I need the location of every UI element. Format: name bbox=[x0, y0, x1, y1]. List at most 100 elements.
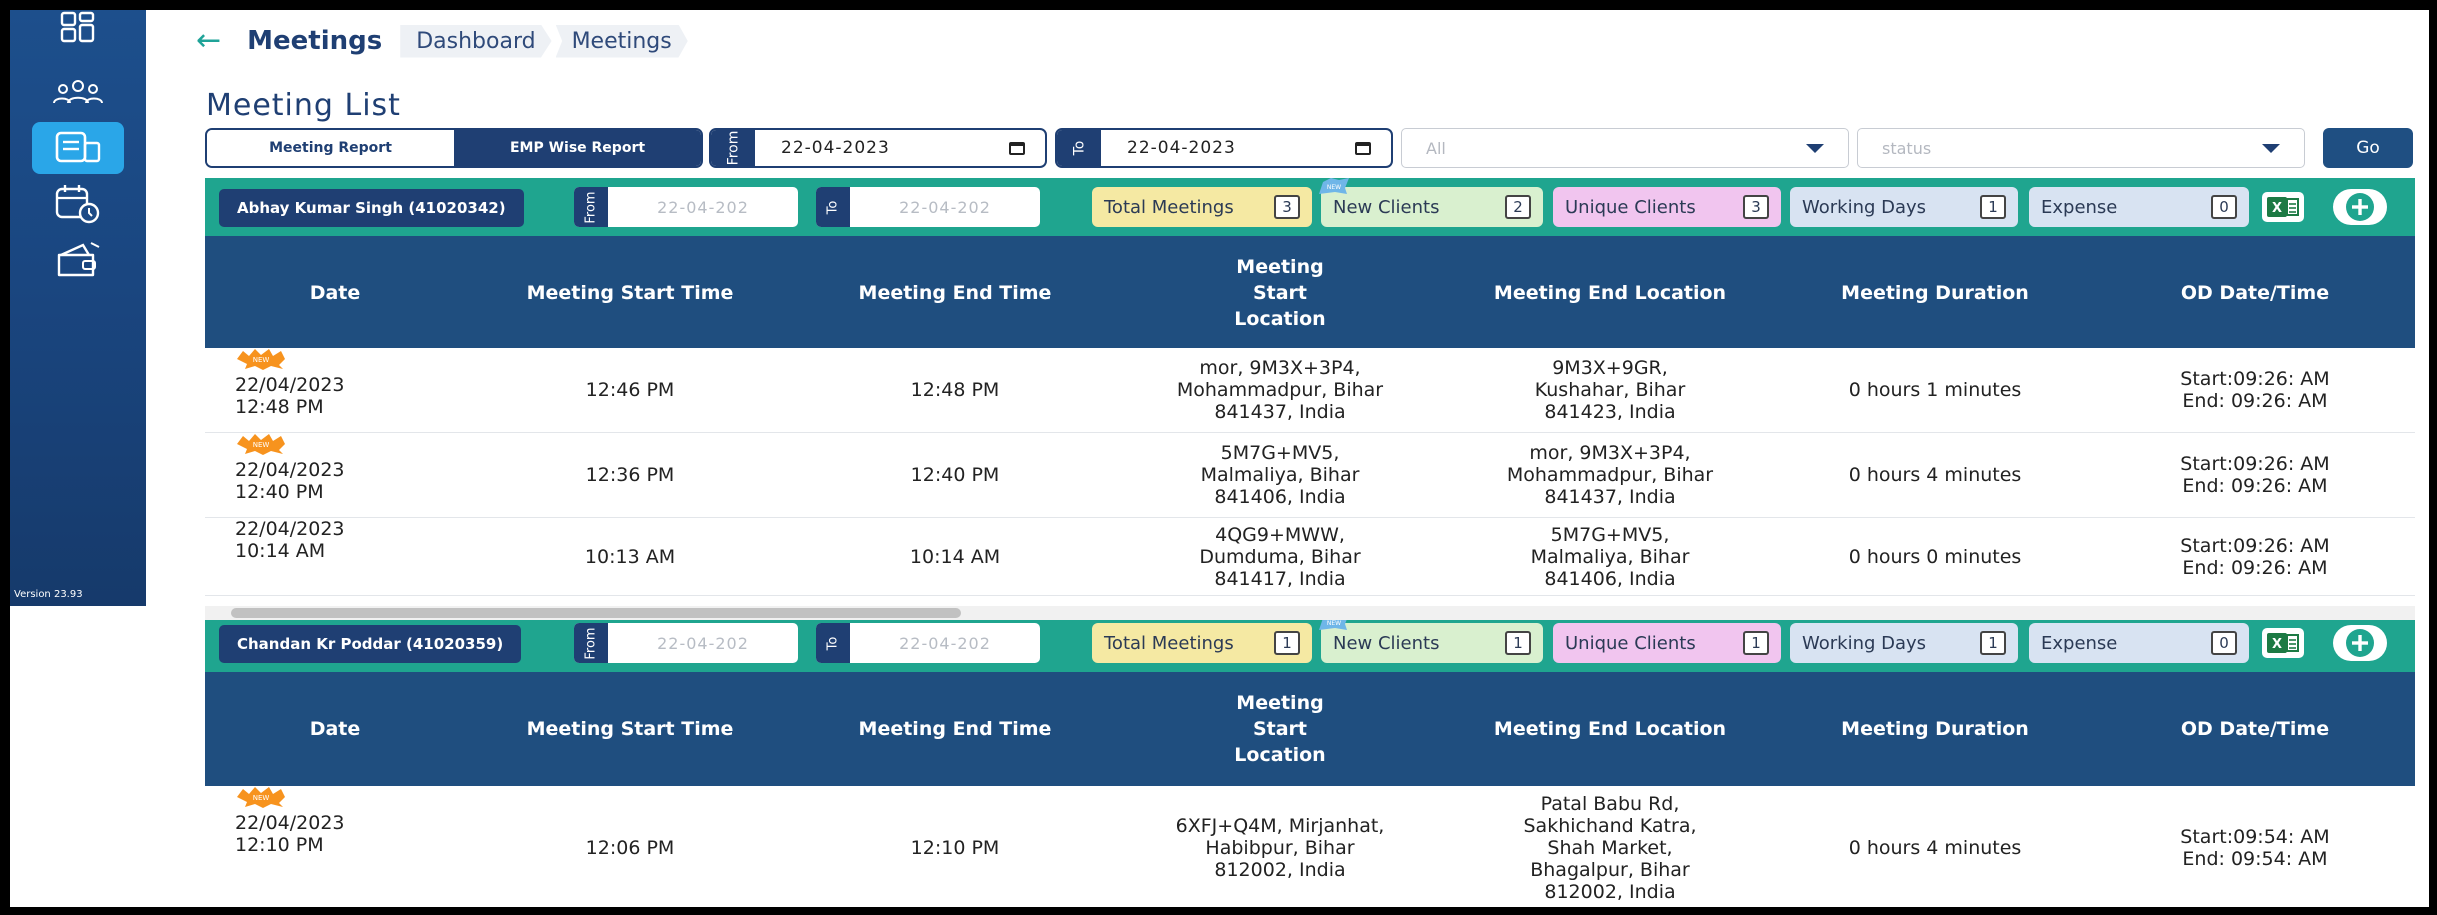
column-header[interactable]: Meeting Start Location bbox=[1115, 672, 1445, 786]
status-select-value: status bbox=[1882, 138, 1932, 158]
end-location-line: Bhagalpur, Bihar bbox=[1530, 859, 1690, 881]
start-location-line: Malmaliya, Bihar bbox=[1200, 464, 1360, 486]
table-header: Date Meeting Start Time Meeting End Time Me… bbox=[205, 236, 2415, 350]
duration-cell: 0 hours 4 minutes bbox=[1848, 464, 2022, 486]
table-row[interactable]: NEW 22/04/2023 12:48 PM 12:46 PM 12:48 PM … bbox=[205, 348, 2415, 433]
od-start: Start:09:26: AM bbox=[2180, 453, 2330, 475]
end-location-line: Malmaliya, Bihar bbox=[1530, 545, 1690, 568]
start-location-line: 841437, India bbox=[1214, 401, 1346, 423]
stat-count: 1 bbox=[1980, 631, 2006, 655]
stat-count: 2 bbox=[1505, 195, 1531, 219]
stat-label: New Clients bbox=[1333, 632, 1440, 654]
working-days-stat: Working Days 1 bbox=[1790, 623, 2018, 663]
table-row[interactable]: 22/04/2023 10:14 AM 10:13 AM 10:14 AM 4QG… bbox=[205, 518, 2415, 596]
column-header[interactable]: Meeting Start Time bbox=[465, 236, 795, 350]
new-clients-stat: New Clients 1 bbox=[1321, 623, 1543, 663]
group-from-date-field[interactable]: From 22-04-202 bbox=[574, 623, 798, 663]
column-header[interactable]: OD Date/Time bbox=[2095, 672, 2415, 786]
tab-meeting-report[interactable]: Meeting Report bbox=[207, 130, 454, 166]
stat-label: New Clients bbox=[1333, 196, 1440, 218]
from-label: From bbox=[583, 190, 599, 224]
stat-label: Total Meetings bbox=[1104, 632, 1234, 654]
end-location-line: Patal Babu Rd, bbox=[1540, 793, 1680, 815]
calendar-clock-icon[interactable] bbox=[32, 178, 124, 230]
working-days-stat: Working Days 1 bbox=[1790, 187, 2018, 227]
start-time-cell: 10:13 AM bbox=[584, 545, 676, 568]
end-location-cell: Patal Babu Rd, Sakhichand Katra, Shah Mark… bbox=[1445, 786, 1775, 907]
column-header[interactable]: Meeting Start Location bbox=[1115, 236, 1445, 350]
app-window: Version 23.93 ← Meetings Dashboard Meeti… bbox=[10, 10, 2429, 907]
calendar-icon[interactable] bbox=[1355, 141, 1371, 155]
group-from-date-placeholder: 22-04-202 bbox=[657, 197, 749, 217]
od-datetime-cell: Start:09:26: AM End: 09:26: AM bbox=[2095, 518, 2415, 595]
stat-label: Working Days bbox=[1802, 196, 1927, 218]
stat-count: 3 bbox=[1274, 195, 1300, 219]
od-start: Start:09:26: AM bbox=[2180, 534, 2330, 557]
unique-clients-stat: Unique Clients 1 bbox=[1553, 623, 1781, 663]
employee-name-badge[interactable]: Chandan Kr Poddar (41020359) bbox=[219, 625, 522, 663]
od-datetime-cell: Start:09:54: AM End: 09:54: AM bbox=[2095, 786, 2415, 907]
employee-select[interactable]: All bbox=[1401, 128, 1849, 168]
start-location-cell: 5M7G+MV5, Malmaliya, Bihar 841406, India bbox=[1115, 433, 1445, 517]
column-header[interactable]: Meeting End Location bbox=[1445, 236, 1775, 350]
start-location-line: 841417, India bbox=[1214, 567, 1346, 590]
column-header[interactable]: Meeting Start Time bbox=[465, 672, 795, 786]
excel-export-icon[interactable]: X bbox=[2262, 628, 2304, 658]
scrollbar-thumb[interactable] bbox=[231, 608, 961, 618]
start-location-line: Dumduma, Bihar bbox=[1199, 545, 1361, 568]
group-to-date-field[interactable]: To 22-04-202 bbox=[816, 187, 1040, 227]
to-label: To bbox=[825, 636, 841, 650]
start-location-cell: mor, 9M3X+3P4, Mohammadpur, Bihar 841437, … bbox=[1115, 348, 1445, 432]
add-meeting-button[interactable] bbox=[2333, 189, 2387, 225]
report-icon[interactable] bbox=[32, 122, 124, 174]
table-row[interactable]: NEW 22/04/2023 12:40 PM 12:36 PM 12:40 PM … bbox=[205, 433, 2415, 518]
add-meeting-button[interactable] bbox=[2333, 625, 2387, 661]
column-header[interactable]: Meeting Duration bbox=[1775, 236, 2095, 350]
status-select[interactable]: status bbox=[1857, 128, 2305, 168]
breadcrumb-dashboard[interactable]: Dashboard bbox=[400, 24, 552, 58]
dashboard-icon[interactable] bbox=[32, 10, 124, 44]
breadcrumb-meetings[interactable]: Meetings bbox=[555, 24, 688, 58]
svg-text:NEW: NEW bbox=[1327, 620, 1341, 627]
start-location-cell: 6XFJ+Q4M, Mirjanhat, Habibpur, Bihar 81200… bbox=[1115, 786, 1445, 907]
go-button[interactable]: Go bbox=[2323, 128, 2413, 168]
to-date-field[interactable]: To 22-04-2023 bbox=[1055, 128, 1393, 168]
start-location-line: Mohammadpur, Bihar bbox=[1176, 379, 1384, 401]
calendar-icon[interactable] bbox=[1009, 141, 1025, 155]
new-badge-icon: NEW bbox=[237, 787, 285, 808]
column-header[interactable]: Meeting End Location bbox=[1445, 672, 1775, 786]
end-location-line: 9M3X+9GR, bbox=[1552, 357, 1668, 379]
duration-cell: 0 hours 1 minutes bbox=[1848, 379, 2022, 401]
column-header[interactable]: Meeting Duration bbox=[1775, 672, 2095, 786]
group-to-date-field[interactable]: To 22-04-202 bbox=[816, 623, 1040, 663]
od-end: End: 09:26: AM bbox=[2182, 556, 2328, 579]
stat-label: Total Meetings bbox=[1104, 196, 1234, 218]
horizontal-scrollbar[interactable] bbox=[205, 606, 2415, 620]
end-location-line: 841437, India bbox=[1544, 486, 1676, 508]
table-row[interactable]: NEW 22/04/2023 12:10 PM 12:06 PM 12:10 PM … bbox=[205, 786, 2415, 907]
end-time-cell: 10:14 AM bbox=[909, 545, 1001, 568]
tab-emp-wise-report[interactable]: EMP Wise Report bbox=[454, 130, 701, 166]
group-from-date-field[interactable]: From 22-04-202 bbox=[574, 187, 798, 227]
stat-label: Unique Clients bbox=[1565, 196, 1696, 218]
from-date-field[interactable]: From 22-04-2023 bbox=[709, 128, 1047, 168]
wallet-icon[interactable] bbox=[32, 234, 124, 286]
column-header[interactable]: Meeting End Time bbox=[795, 672, 1115, 786]
column-header[interactable]: OD Date/Time bbox=[2095, 236, 2415, 350]
team-icon[interactable] bbox=[32, 66, 124, 118]
duration-cell: 0 hours 0 minutes bbox=[1848, 545, 2022, 568]
svg-text:NEW: NEW bbox=[253, 794, 270, 802]
column-header[interactable]: Meeting End Time bbox=[795, 236, 1115, 350]
end-location-line: Sakhichand Katra, bbox=[1523, 815, 1697, 837]
list-title: Meeting List bbox=[206, 88, 401, 123]
column-header[interactable]: Date bbox=[205, 672, 465, 786]
column-header[interactable]: Date bbox=[205, 236, 465, 350]
plus-icon bbox=[2346, 193, 2374, 221]
end-location-line: Shah Market, bbox=[1547, 837, 1673, 859]
end-location-cell: 9M3X+9GR, Kushahar, Bihar 841423, India bbox=[1445, 348, 1775, 432]
to-label: To bbox=[825, 200, 841, 214]
back-arrow-icon[interactable]: ← bbox=[196, 26, 221, 56]
employee-name-badge[interactable]: Abhay Kumar Singh (41020342) bbox=[219, 189, 524, 227]
svg-text:NEW: NEW bbox=[1327, 184, 1341, 191]
excel-export-icon[interactable]: X bbox=[2262, 192, 2304, 222]
